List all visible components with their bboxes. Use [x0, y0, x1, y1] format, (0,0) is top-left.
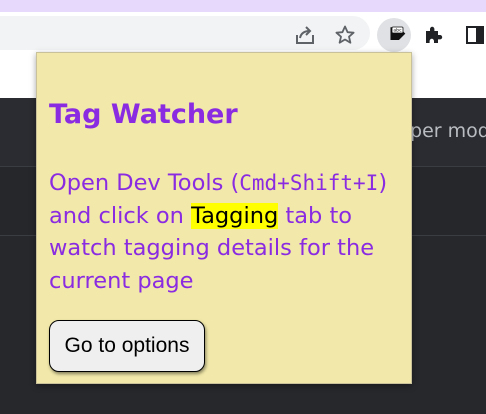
instructions-intro: Open Dev Tools ( [49, 170, 240, 196]
tagging-tab-name: Tagging [191, 202, 279, 229]
browser-toolbar: abc [0, 12, 486, 54]
go-to-options-button[interactable]: Go to options [49, 320, 205, 372]
share-icon[interactable] [291, 21, 319, 49]
puzzle-icon[interactable] [420, 21, 448, 49]
shortcut-text: Cmd+Shift+I [239, 171, 379, 195]
star-icon[interactable] [331, 21, 359, 49]
extension-badge-text: abc [393, 28, 402, 34]
popup-title: Tag Watcher [49, 99, 238, 130]
side-panel-icon[interactable] [461, 21, 486, 49]
tag-extension-icon[interactable]: abc [377, 18, 411, 52]
extension-popup: Tag Watcher Open Dev Tools (Cmd+Shift+I)… [36, 52, 412, 384]
tab-strip [0, 0, 486, 12]
screen: abc pper mod Tag Watcher Open Dev Tools … [0, 0, 486, 414]
popup-instructions: Open Dev Tools (Cmd+Shift+I) and click o… [49, 167, 399, 297]
